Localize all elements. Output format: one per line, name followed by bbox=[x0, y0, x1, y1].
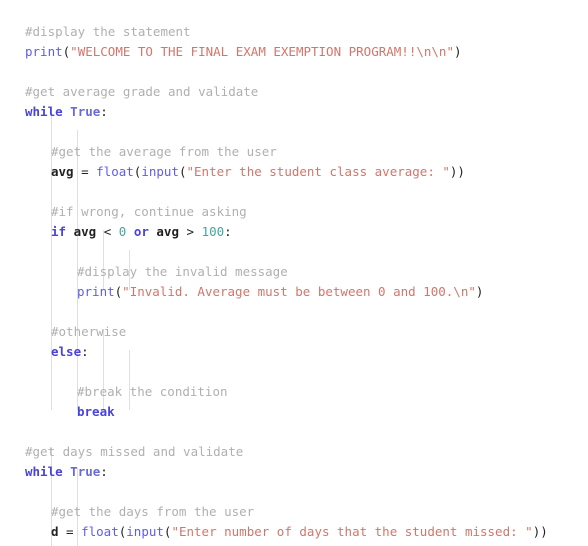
code-line-content: break bbox=[25, 404, 115, 419]
code-line-blank[interactable] bbox=[25, 182, 588, 202]
code-editor-pane[interactable]: #display the statement print("WELCOME TO … bbox=[0, 0, 588, 546]
code-line-blank[interactable] bbox=[25, 302, 588, 322]
token-st: "Invalid. Average must be between 0 and … bbox=[122, 284, 476, 299]
code-line[interactable]: #display the invalid message bbox=[25, 262, 588, 282]
token-op: > bbox=[178, 224, 202, 239]
token-op: )) bbox=[449, 164, 465, 179]
token-op: : bbox=[81, 344, 89, 359]
token-bi: float bbox=[81, 524, 119, 539]
code-line-content: #get days missed and validate bbox=[25, 444, 243, 459]
code-line-content: d = float(input("Enter number of days th… bbox=[25, 524, 548, 539]
code-line-content: #display the statement bbox=[25, 24, 191, 39]
code-line-blank[interactable] bbox=[25, 122, 588, 142]
token-cm: #get the days from the user bbox=[51, 504, 255, 519]
code-line-content: #display the invalid message bbox=[25, 264, 288, 279]
code-line-content: avg = float(input("Enter the student cla… bbox=[25, 164, 465, 179]
token-bi: print bbox=[25, 44, 63, 59]
token-op: < bbox=[96, 224, 119, 239]
code-line-blank[interactable] bbox=[25, 62, 588, 82]
token-bi: float bbox=[96, 164, 134, 179]
token-kw: while bbox=[25, 104, 63, 119]
code-line[interactable]: #get the days from the user bbox=[25, 502, 588, 522]
code-line-content: #get the average from the user bbox=[25, 144, 277, 159]
code-line-content: print("Invalid. Average must be between … bbox=[25, 284, 483, 299]
code-line-content: #if wrong, continue asking bbox=[25, 204, 247, 219]
code-line[interactable]: #if wrong, continue asking bbox=[25, 202, 588, 222]
token-cm: #if wrong, continue asking bbox=[51, 204, 247, 219]
code-line[interactable]: #break the condition bbox=[25, 382, 588, 402]
token-st: "WELCOME TO THE FINAL EXAM EXEMPTION PRO… bbox=[70, 44, 454, 59]
code-line-content: while True: bbox=[25, 464, 108, 479]
code-line[interactable]: #get average grade and validate bbox=[25, 82, 588, 102]
token-op bbox=[126, 224, 134, 239]
token-nm: avg bbox=[51, 164, 74, 179]
code-line-content: #break the condition bbox=[25, 384, 228, 399]
code-line-blank[interactable] bbox=[25, 242, 588, 262]
code-line[interactable]: #get days missed and validate bbox=[25, 442, 588, 462]
token-op: : bbox=[100, 104, 108, 119]
code-line-blank[interactable] bbox=[25, 482, 588, 502]
code-line[interactable]: #get the average from the user bbox=[25, 142, 588, 162]
token-op: = bbox=[58, 524, 82, 539]
token-cm: #get average grade and validate bbox=[25, 84, 259, 99]
token-nm: avg bbox=[156, 224, 179, 239]
code-line[interactable]: #display the statement bbox=[25, 22, 588, 42]
code-line-blank[interactable] bbox=[25, 422, 588, 442]
token-nm: avg bbox=[73, 224, 97, 239]
code-line-content: print("WELCOME TO THE FINAL EXAM EXEMPTI… bbox=[25, 44, 462, 59]
token-cm: #get days missed and validate bbox=[25, 444, 244, 459]
token-bi: print bbox=[77, 284, 115, 299]
code-line-content: if avg < 0 or avg > 100: bbox=[25, 224, 232, 239]
token-st: "Enter the student class average: " bbox=[186, 164, 450, 179]
code-line[interactable]: break bbox=[25, 402, 588, 422]
token-cn: True bbox=[70, 464, 101, 479]
token-kw: or bbox=[133, 224, 149, 239]
code-line[interactable]: d = float(input("Enter number of days th… bbox=[25, 522, 588, 542]
token-cm: #get the average from the user bbox=[51, 144, 277, 159]
code-lines-container[interactable]: #display the statement print("WELCOME TO … bbox=[25, 22, 588, 542]
code-line[interactable]: else: bbox=[25, 342, 588, 362]
code-line[interactable]: avg = float(input("Enter the student cla… bbox=[25, 162, 588, 182]
token-bi: input bbox=[141, 164, 179, 179]
token-nm: d bbox=[51, 524, 59, 539]
token-kw: else bbox=[51, 344, 82, 359]
token-op: : bbox=[100, 464, 108, 479]
token-bi: input bbox=[126, 524, 164, 539]
token-nu: 100 bbox=[201, 224, 225, 239]
token-cm: #display the statement bbox=[25, 24, 191, 39]
code-line-content: while True: bbox=[25, 104, 108, 119]
token-op: ) bbox=[475, 284, 484, 299]
code-line-content: else: bbox=[25, 344, 89, 359]
token-op: = bbox=[73, 164, 97, 179]
code-line[interactable]: while True: bbox=[25, 102, 588, 122]
token-st: "Enter number of days that the student m… bbox=[171, 524, 533, 539]
code-line[interactable]: print("WELCOME TO THE FINAL EXAM EXEMPTI… bbox=[25, 42, 588, 62]
code-line[interactable]: #otherwise bbox=[25, 322, 588, 342]
code-line-blank[interactable] bbox=[25, 362, 588, 382]
token-op: )) bbox=[532, 524, 548, 539]
code-line[interactable]: while True: bbox=[25, 462, 588, 482]
token-cm: #otherwise bbox=[51, 324, 127, 339]
token-kw: if bbox=[51, 224, 67, 239]
token-kw: break bbox=[77, 404, 115, 419]
token-op: : bbox=[224, 224, 232, 239]
token-op: ) bbox=[453, 44, 462, 59]
token-op: ( bbox=[178, 164, 187, 179]
token-op bbox=[66, 224, 74, 239]
token-cm: #break the condition bbox=[77, 384, 228, 399]
code-line-content: #get average grade and validate bbox=[25, 84, 258, 99]
token-cn: True bbox=[70, 104, 101, 119]
code-line[interactable]: print("Invalid. Average must be between … bbox=[25, 282, 588, 302]
token-kw: while bbox=[25, 464, 63, 479]
code-line-content: #otherwise bbox=[25, 324, 126, 339]
code-line-content: #get the days from the user bbox=[25, 504, 254, 519]
token-cm: #display the invalid message bbox=[77, 264, 288, 279]
code-line[interactable]: if avg < 0 or avg > 100: bbox=[25, 222, 588, 242]
